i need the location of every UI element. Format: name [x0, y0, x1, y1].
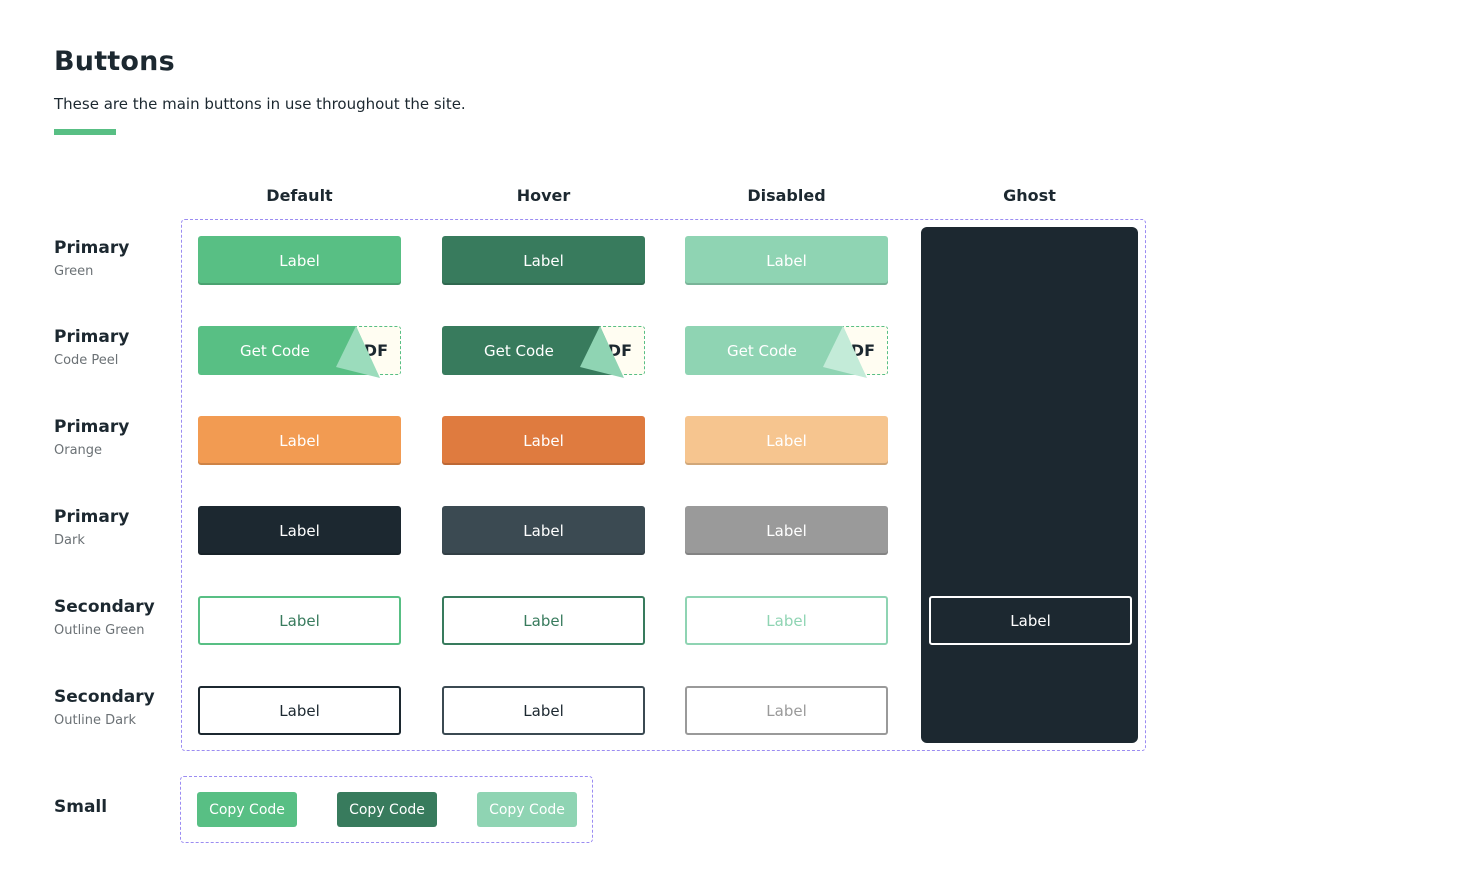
ghost-button[interactable]: Label [929, 596, 1132, 645]
row-title: Primary [54, 507, 130, 527]
row-label-primary-code-peel: Primary Code Peel [54, 327, 129, 368]
small-hover-copy-code-button[interactable]: Copy Code [337, 792, 437, 827]
primary-green-default-button[interactable]: Label [198, 236, 401, 285]
row-subtitle: Outline Green [54, 623, 145, 638]
code-peel-default-button[interactable]: DF Get Code [198, 326, 401, 378]
primary-green-hover-button[interactable]: Label [442, 236, 645, 285]
primary-green-disabled-button: Label [685, 236, 888, 285]
row-subtitle: Orange [54, 443, 103, 458]
outline-dark-default-button[interactable]: Label [198, 686, 401, 735]
row-title: Primary [54, 238, 130, 258]
outline-dark-hover-button[interactable]: Label [442, 686, 645, 735]
small-disabled-copy-code-button: Copy Code [477, 792, 577, 827]
outline-dark-disabled-button: Label [685, 686, 888, 735]
row-label-primary-orange: Primary Orange [54, 417, 129, 458]
ghost-panel [921, 227, 1138, 743]
small-default-copy-code-button[interactable]: Copy Code [197, 792, 297, 827]
primary-dark-disabled-button: Label [685, 506, 888, 555]
outline-green-default-button[interactable]: Label [198, 596, 401, 645]
column-header-default: Default [266, 186, 333, 205]
row-title: Primary [54, 327, 130, 347]
row-subtitle: Outline Dark [54, 713, 137, 728]
row-subtitle: Code Peel [54, 353, 119, 368]
column-header-hover: Hover [516, 186, 571, 205]
row-title: Secondary [54, 687, 155, 707]
row-title: Small [54, 797, 108, 817]
row-subtitle: Dark [54, 533, 85, 548]
page-title: Buttons [54, 46, 175, 77]
row-title: Secondary [54, 597, 155, 617]
primary-dark-hover-button[interactable]: Label [442, 506, 645, 555]
code-peel-disabled-button: DF Get Code [685, 326, 888, 378]
row-title: Primary [54, 417, 130, 437]
row-label-primary-green: Primary Green [54, 238, 129, 279]
row-label-secondary-outline-green: Secondary Outline Green [54, 597, 155, 638]
row-label-secondary-outline-dark: Secondary Outline Dark [54, 687, 155, 728]
primary-dark-default-button[interactable]: Label [198, 506, 401, 555]
page-subtitle: These are the main buttons in use throug… [54, 95, 466, 113]
row-subtitle: Green [54, 264, 94, 279]
row-label-primary-dark: Primary Dark [54, 507, 129, 548]
title-accent-bar [54, 129, 116, 135]
outline-green-disabled-button: Label [685, 596, 888, 645]
primary-orange-hover-button[interactable]: Label [442, 416, 645, 465]
column-header-ghost: Ghost [1003, 186, 1056, 205]
outline-green-hover-button[interactable]: Label [442, 596, 645, 645]
primary-orange-default-button[interactable]: Label [198, 416, 401, 465]
column-header-disabled: Disabled [747, 186, 826, 205]
row-label-small: Small [54, 797, 107, 817]
primary-orange-disabled-button: Label [685, 416, 888, 465]
code-peel-hover-button[interactable]: DF Get Code [442, 326, 645, 378]
